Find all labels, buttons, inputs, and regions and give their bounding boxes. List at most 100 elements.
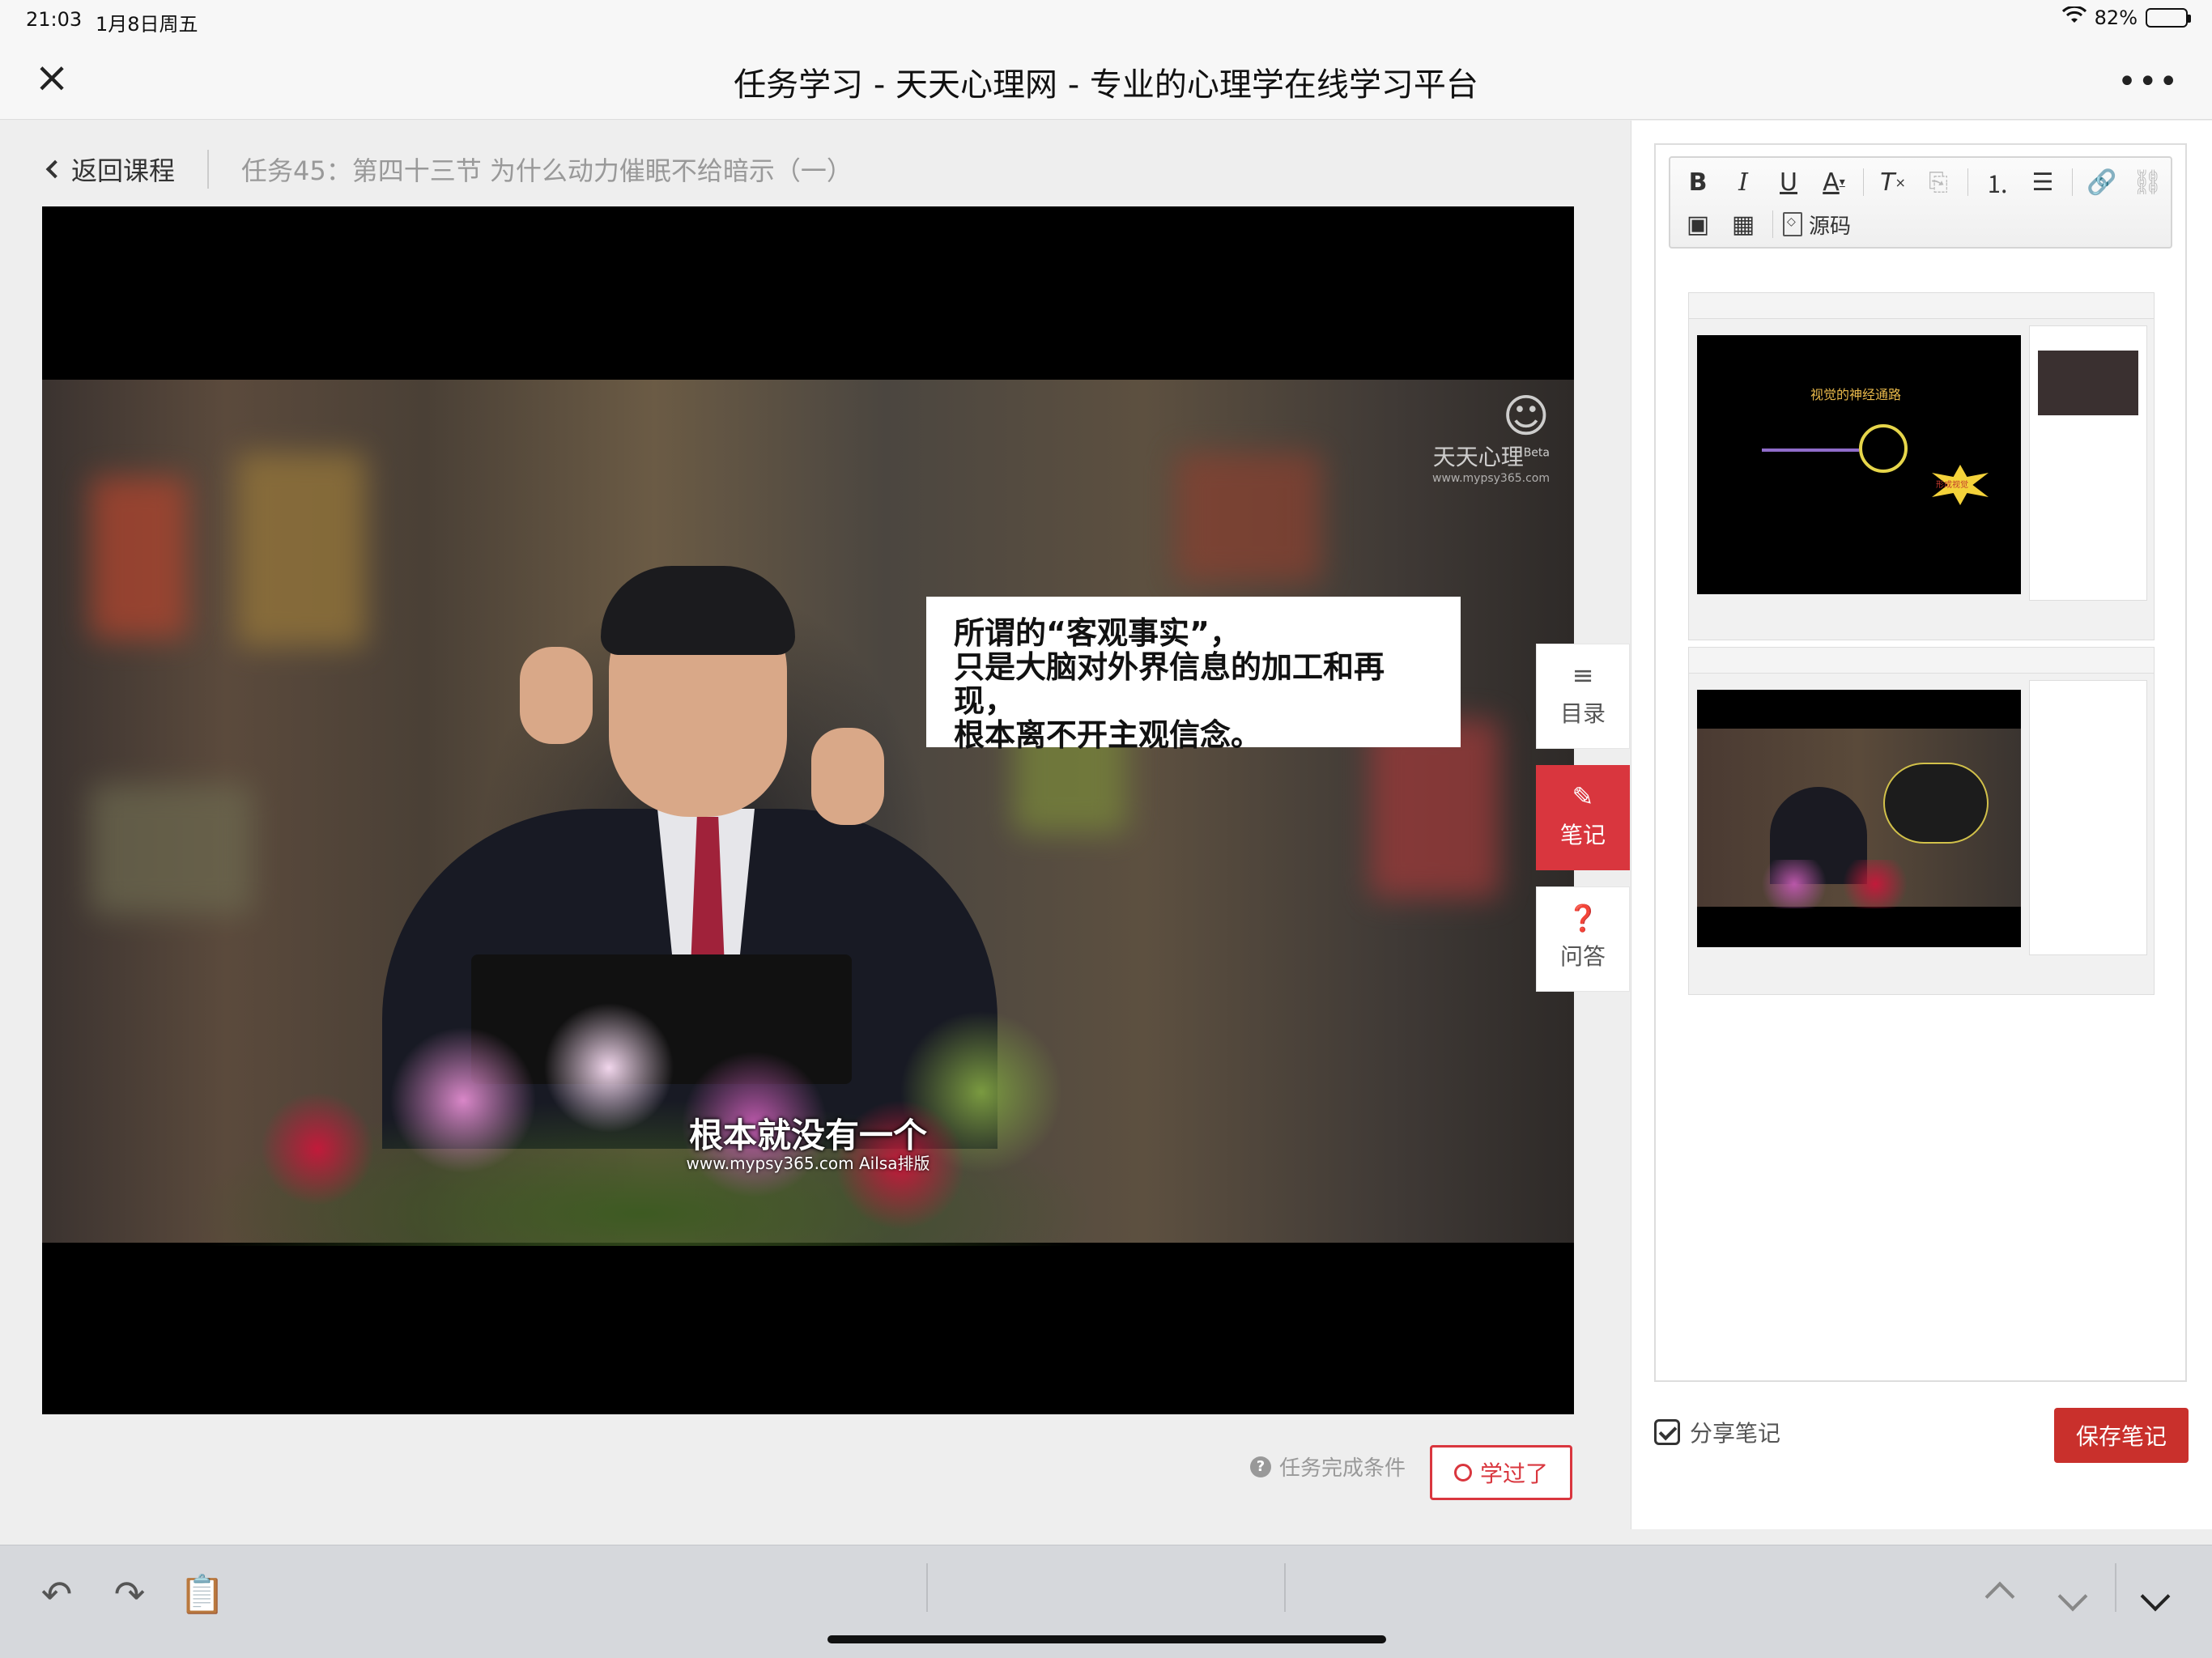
paste-button[interactable]: 📋 (178, 1570, 227, 1618)
font-color-button[interactable]: A ▾ (1814, 164, 1853, 200)
thumb-brain-diagram (1883, 763, 1989, 844)
dismiss-keyboard-button[interactable] (2131, 1570, 2180, 1618)
speaker-hair (601, 566, 795, 655)
toolbar-row: ▣ ▦ 源码 (1678, 206, 1851, 242)
title-bar: × 任务学习 - 天天心理网 - 专业的心理学在线学习平台 ••• (0, 39, 2212, 120)
breadcrumb: 返回课程 任务45：第四十三节 为什么动力催眠不给暗示（一） (45, 145, 853, 193)
learned-button[interactable]: 学过了 (1430, 1445, 1572, 1500)
more-options-button[interactable]: ••• (2117, 63, 2180, 100)
video-watermark: ☺ 天天心理Beta www.mypsy365.com (1432, 390, 1550, 486)
share-note-toggle[interactable]: 分享笔记 (1654, 1416, 1780, 1448)
tab-notes-label: 笔记 (1559, 822, 1606, 848)
back-to-course-label: 返回课程 (71, 155, 176, 186)
question-icon: ❓ (1567, 903, 1599, 933)
status-right: 82% (2061, 5, 2191, 29)
thumb-title-bar (1689, 293, 2154, 319)
undo-icon: ↶ (40, 1572, 73, 1616)
tab-catalog[interactable]: ≡ 目录 (1536, 644, 1630, 749)
clipboard-icon: 📋 (179, 1572, 226, 1616)
toolbar-separator (1863, 168, 1864, 196)
home-indicator (827, 1635, 1386, 1643)
thumb-notes-pane (2029, 325, 2147, 601)
breadcrumb-divider (207, 150, 210, 189)
undo-button[interactable]: ↶ (32, 1570, 81, 1618)
tab-catalog-label: 目录 (1559, 700, 1606, 727)
chevron-left-icon (45, 159, 65, 179)
share-checkbox[interactable] (1654, 1419, 1680, 1445)
thumb-lens (1859, 424, 1908, 473)
toolbar-separator (1284, 1563, 1286, 1612)
caption-line: 只是大脑对外界信息的加工和再现， (954, 649, 1385, 719)
editor-toolbar: B I U A ▾ T × ⎘ ⒈ ☰ 🔗 ⛓ ▣ ▦ ◇ 源码 (1669, 156, 2172, 249)
wifi-icon (2061, 5, 2087, 29)
thumb-video: 视觉的神经通路 形成视觉 (1697, 335, 2021, 594)
status-bar: 21:03 1月8日周五 82% (0, 0, 2212, 39)
speaker-hand-left (520, 647, 593, 744)
next-field-button[interactable] (2048, 1570, 2097, 1618)
slide-caption: 所谓的“客观事实”， 只是大脑对外界信息的加工和再现， 根本离不开主观信念。 (926, 597, 1461, 752)
tab-notes[interactable]: ✎ 笔记 (1536, 765, 1630, 870)
ordered-list-icon[interactable]: ⒈ (1978, 164, 2017, 200)
bold-button[interactable]: B (1678, 164, 1717, 200)
thumb-nested-image (2038, 351, 2138, 415)
thumb-video (1697, 690, 2021, 947)
thumb-notes-pane (2029, 680, 2147, 955)
note-image-screenshot: 视觉的神经通路 形成视觉 (1688, 292, 2155, 640)
underline-button[interactable]: U (1769, 164, 1808, 200)
table-icon[interactable]: ▦ (1724, 206, 1763, 242)
note-editor[interactable]: B I U A ▾ T × ⎘ ⒈ ☰ 🔗 ⛓ ▣ ▦ ◇ 源码 视觉的神经通路… (1654, 143, 2187, 1382)
link-icon[interactable]: 🔗 (2082, 164, 2121, 200)
italic-button[interactable]: I (1724, 164, 1763, 200)
paste-icon[interactable]: ⎘ (1919, 164, 1958, 200)
tab-qa-label: 问答 (1559, 943, 1606, 970)
pencil-icon: ✎ (1572, 781, 1594, 812)
watermark-text: 天天心理 (1432, 444, 1524, 470)
video-pane: 返回课程 任务45：第四十三节 为什么动力催眠不给暗示（一） ☺ 天天心理Bet… (0, 121, 1630, 1529)
unlink-icon[interactable]: ⛓ (2128, 164, 2167, 200)
notes-pane: B I U A ▾ T × ⎘ ⒈ ☰ 🔗 ⛓ ▣ ▦ ◇ 源码 视觉的神经通路… (1631, 121, 2212, 1529)
unordered-list-icon[interactable]: ☰ (2023, 164, 2062, 200)
toolbar-separator (926, 1563, 928, 1612)
tab-qa[interactable]: ❓ 问答 (1536, 886, 1630, 992)
toolbar-separator (2115, 1563, 2116, 1612)
smile-logo-icon: ☺ (1502, 390, 1550, 443)
bokeh-light (1176, 453, 1321, 582)
save-note-button[interactable]: 保存笔记 (2054, 1408, 2189, 1463)
watermark-badge: Beta (1523, 446, 1550, 460)
task-title: 任务45：第四十三节 为什么动力催眠不给暗示（一） (241, 155, 853, 186)
menu-icon: ≡ (1572, 660, 1594, 691)
caption-line: 所谓的“客观事实”， (954, 615, 1240, 651)
thumb-arrow (1762, 449, 1859, 452)
circle-icon (1453, 1464, 1472, 1482)
back-to-course-link[interactable]: 返回课程 (45, 151, 176, 188)
toolbar-row: B I U A ▾ T × ⎘ ⒈ ☰ 🔗 ⛓ (1678, 164, 2167, 200)
task-condition-label: 任务完成条件 (1279, 1456, 1406, 1481)
video-player[interactable]: ☺ 天天心理Beta www.mypsy365.com 所谓的“客观事实”， 只… (42, 206, 1574, 1414)
share-note-label: 分享笔记 (1690, 1420, 1781, 1447)
battery-percent: 82% (2094, 6, 2138, 29)
thumb-slide-title: 视觉的神经通路 (1810, 387, 1902, 402)
subtitle-credit: www.mypsy365.com Ailsa排版 (686, 1154, 930, 1173)
task-condition-link[interactable]: ? 任务完成条件 (1250, 1452, 1406, 1482)
speaker-hand-right (811, 728, 884, 825)
thumb-flowers (1729, 860, 1940, 908)
status-date: 1月8日周五 (96, 13, 198, 36)
previous-field-button[interactable] (1976, 1570, 2024, 1618)
clear-format-button[interactable]: T × (1874, 164, 1912, 200)
status-time: 21:03 (26, 8, 83, 31)
source-doc-icon (1783, 212, 1802, 236)
source-code-button[interactable]: 源码 (1783, 210, 1851, 240)
chevron-down-icon (2057, 1581, 2088, 1612)
source-code-label: 源码 (1809, 214, 1852, 239)
bokeh-light (91, 477, 188, 639)
thumb-title-bar (1689, 648, 2154, 674)
more-icon: ••• (2117, 63, 2180, 100)
caption-line: 根本离不开主观信念。 (954, 717, 1262, 753)
chevron-up-icon (1984, 1581, 2015, 1612)
chevron-down-icon (2140, 1581, 2171, 1612)
redo-button[interactable]: ↷ (105, 1570, 154, 1618)
image-icon[interactable]: ▣ (1678, 206, 1717, 242)
toolbar-separator (1772, 210, 1773, 238)
bokeh-light (91, 784, 253, 914)
bokeh-light (236, 453, 366, 647)
